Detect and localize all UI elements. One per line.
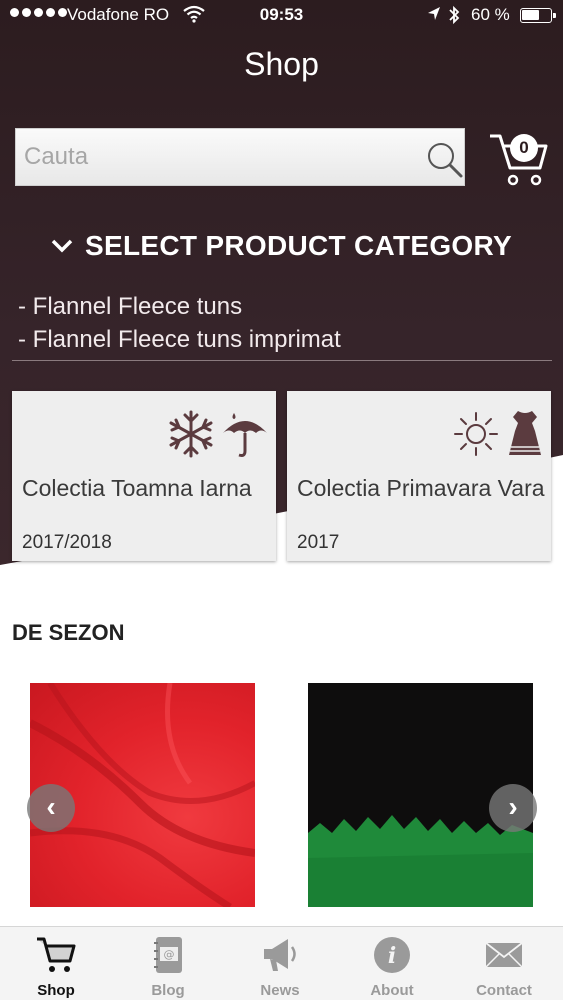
category-list: - Flannel Fleece tuns - Flannel Fleece t… — [18, 290, 548, 356]
page-title: Shop — [244, 46, 319, 82]
status-bar: Vodafone RO 09:53 60 % — [0, 0, 563, 32]
tab-contact[interactable]: Contact — [448, 927, 560, 1000]
megaphone-icon — [260, 935, 300, 975]
collection-year: 2017 — [297, 532, 340, 553]
search-icon[interactable] — [424, 139, 464, 179]
sun-icon — [451, 409, 501, 464]
snowflake-icon — [166, 409, 216, 464]
collection-year: 2017/2018 — [22, 532, 112, 553]
svg-text:@: @ — [164, 948, 175, 961]
tab-label: Shop — [37, 982, 75, 999]
tab-bar: Shop @ Blog News i About Contact — [0, 926, 563, 1000]
envelope-icon — [484, 935, 524, 975]
battery-percentage: 60 % — [471, 5, 510, 24]
tab-about[interactable]: i About — [336, 927, 448, 1000]
tab-label: Blog — [151, 982, 185, 999]
category-toggle-label: SELECT PRODUCT CATEGORY — [85, 230, 512, 261]
divider — [12, 360, 552, 361]
collection-title: Colectia Primavara Vara — [297, 475, 545, 501]
carousel-prev-button[interactable]: ‹ — [27, 784, 75, 832]
carousel-next-button[interactable]: › — [489, 784, 537, 832]
tab-label: News — [260, 982, 300, 999]
info-icon: i — [372, 935, 412, 975]
tab-shop[interactable]: Shop — [0, 927, 112, 1000]
search-input[interactable] — [16, 129, 406, 185]
bluetooth-icon — [447, 4, 461, 31]
battery-icon — [520, 8, 556, 23]
collection-card-spring-summer[interactable]: Colectia Primavara Vara 2017 — [287, 391, 551, 561]
cart-icon — [36, 935, 76, 975]
tab-news[interactable]: News — [224, 927, 336, 1000]
tab-label: About — [370, 982, 414, 999]
collection-title: Colectia Toamna Iarna — [22, 475, 252, 501]
category-item[interactable]: - Flannel Fleece tuns imprimat — [18, 323, 548, 356]
select-category-toggle[interactable]: SELECT PRODUCT CATEGORY — [0, 230, 563, 262]
section-title: DE SEZON — [12, 620, 125, 645]
category-item[interactable]: - Flannel Fleece tuns — [18, 290, 548, 323]
rain-umbrella-icon — [220, 409, 270, 464]
tab-blog[interactable]: @ Blog — [112, 927, 224, 1000]
cart-count-badge: 0 — [510, 134, 538, 162]
search-bar — [15, 128, 465, 186]
notebook-icon: @ — [148, 935, 188, 975]
chevron-down-icon — [51, 232, 73, 260]
collection-card-autumn-winter[interactable]: Colectia Toamna Iarna 2017/2018 — [12, 391, 276, 561]
location-arrow-icon — [427, 4, 441, 29]
tab-label: Contact — [476, 982, 532, 999]
svg-text:i: i — [388, 943, 396, 969]
dress-icon — [505, 409, 545, 464]
